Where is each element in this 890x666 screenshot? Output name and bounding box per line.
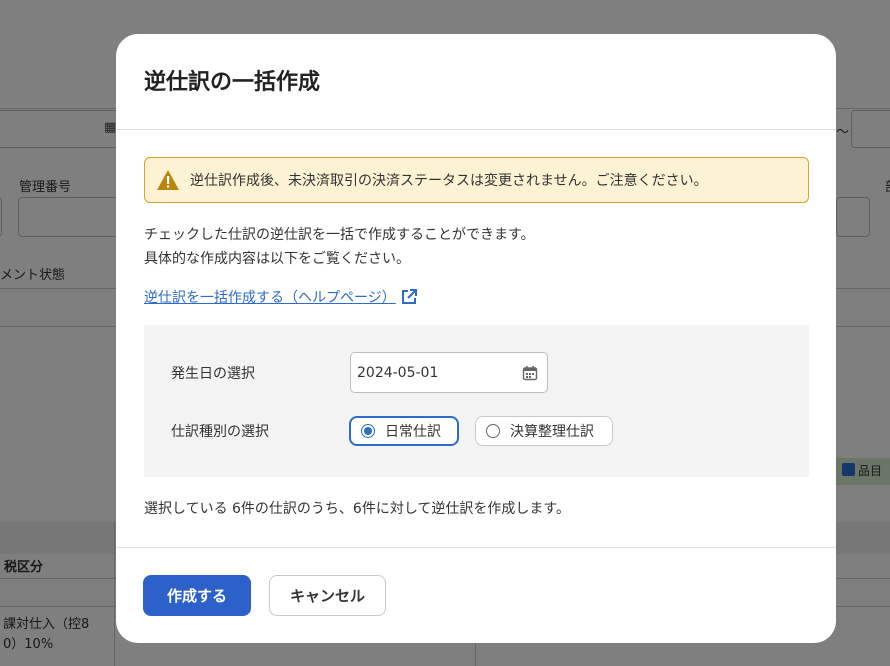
description: チェックした仕訳の逆仕訳を一括で作成することができます。 具体的な作成内容は以下… (144, 223, 535, 271)
footer-divider (116, 547, 836, 548)
help-page-link[interactable]: 逆仕訳を一括作成する（ヘルプページ） (144, 287, 418, 307)
date-input[interactable]: 2024-05-01 (350, 352, 548, 393)
entry-type-label: 仕訳種別の選択 (171, 424, 269, 440)
warning-text: 逆仕訳作成後、未決済取引の決済ステータスは変更されません。ご注意ください。 (190, 173, 708, 189)
calendar-icon[interactable] (522, 365, 538, 381)
radio-selected-icon[interactable] (361, 424, 375, 438)
date-value[interactable]: 2024-05-01 (357, 365, 438, 381)
create-button[interactable]: 作成する (143, 575, 251, 616)
warning-icon (157, 170, 179, 190)
radio-unselected-icon[interactable] (486, 424, 500, 438)
radio-regular-entry[interactable]: 日常仕訳 (349, 416, 459, 446)
radio-closing-entry-label[interactable]: 決算整理仕訳 (510, 421, 594, 441)
radio-regular-entry-label[interactable]: 日常仕訳 (385, 421, 441, 441)
radio-closing-entry[interactable]: 決算整理仕訳 (475, 416, 613, 446)
external-link-icon (401, 289, 417, 304)
reverse-entry-dialog: 逆仕訳の一括作成 逆仕訳作成後、未決済取引の決済ステータスは変更されません。ご注… (116, 34, 836, 643)
description-line-2: 具体的な作成内容は以下をご覧ください。 (144, 251, 410, 267)
header-divider (116, 129, 836, 130)
help-link-text[interactable]: 逆仕訳を一括作成する（ヘルプページ） (144, 287, 396, 307)
cancel-button[interactable]: キャンセル (269, 575, 386, 616)
options-panel: 発生日の選択 2024-05-01 仕訳種別の選択 日常仕訳 決算整理仕訳 (144, 325, 809, 477)
summary-text: 選択している 6件の仕訳のうち、6件に対して逆仕訳を作成します。 (144, 501, 571, 517)
description-line-1: チェックした仕訳の逆仕訳を一括で作成することができます。 (144, 227, 535, 243)
warning-banner: 逆仕訳作成後、未決済取引の決済ステータスは変更されません。ご注意ください。 (144, 157, 809, 203)
date-label: 発生日の選択 (171, 366, 255, 382)
dialog-title: 逆仕訳の一括作成 (144, 70, 321, 95)
